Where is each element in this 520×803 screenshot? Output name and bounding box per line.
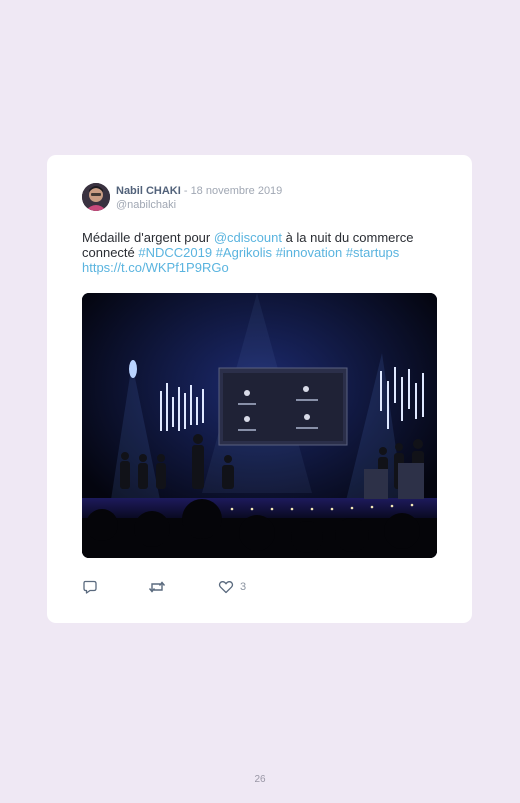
tweet-photo[interactable] [82, 293, 437, 558]
hashtag-link[interactable]: #NDCC2019 [138, 245, 212, 260]
author-line: Nabil CHAKI - 18 novembre 2019 [116, 185, 282, 197]
tweet-actions: 3 [82, 578, 382, 598]
reply-button[interactable] [82, 578, 98, 596]
author-name[interactable]: Nabil CHAKI [116, 185, 181, 197]
like-count: 3 [240, 581, 247, 593]
author-handle[interactable]: @nabilchaki [116, 199, 176, 211]
like-button[interactable]: 3 [218, 578, 246, 596]
avatar-image [82, 183, 110, 211]
avatar[interactable] [82, 183, 110, 211]
hashtag-link[interactable]: #startups [346, 245, 399, 260]
stage-photo [82, 293, 437, 558]
hashtag-link[interactable]: #Agrikolis [216, 245, 272, 260]
url-link[interactable]: https://t.co/WKPf1P9RGo [82, 260, 229, 275]
retweet-icon [148, 581, 166, 593]
page-number: 26 [254, 774, 266, 785]
tweet-text: Médaille d'argent pour @cdiscount à la n… [82, 230, 437, 275]
heart-icon [218, 581, 234, 594]
tweet-card: Nabil CHAKI - 18 novembre 2019 @nabilcha… [47, 155, 472, 623]
tweet-header: Nabil CHAKI - 18 novembre 2019 @nabilcha… [82, 183, 442, 215]
reply-icon [83, 580, 97, 594]
separator: - [180, 185, 191, 197]
text-part: Médaille d'argent pour [82, 230, 214, 245]
tweet-date[interactable]: 18 novembre 2019 [191, 185, 283, 197]
hashtag-link[interactable]: #innovation [276, 245, 343, 260]
retweet-button[interactable] [148, 578, 166, 596]
mention-link[interactable]: @cdiscount [214, 230, 282, 245]
